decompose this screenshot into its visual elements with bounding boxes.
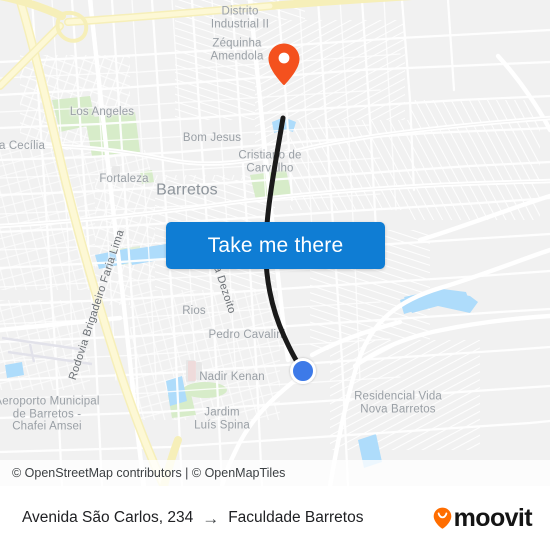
moovit-pin-icon	[433, 507, 451, 529]
map-pin-icon[interactable]	[267, 42, 301, 86]
footer-bar: Avenida São Carlos, 234 → Faculdade Barr…	[0, 486, 550, 550]
take-me-there-button[interactable]: Take me there	[166, 222, 385, 269]
location-dot-icon[interactable]	[290, 358, 316, 384]
attribution-text[interactable]: © OpenStreetMap contributors | © OpenMap…	[0, 466, 285, 480]
moovit-trip-preview: Distrito Industrial II Zéquinha Amendola…	[0, 0, 550, 550]
map-attribution: © OpenStreetMap contributors | © OpenMap…	[0, 460, 550, 486]
moovit-wordmark: moovit	[453, 503, 533, 532]
destination-label: Faculdade Barretos	[228, 509, 364, 526]
origin-label: Avenida São Carlos, 234	[22, 509, 194, 526]
arrow-right-icon: →	[202, 508, 220, 528]
trip-summary: Avenida São Carlos, 234 → Faculdade Barr…	[0, 509, 433, 527]
map-canvas[interactable]: Distrito Industrial II Zéquinha Amendola…	[0, 0, 550, 486]
moovit-logo[interactable]: moovit	[433, 503, 550, 532]
